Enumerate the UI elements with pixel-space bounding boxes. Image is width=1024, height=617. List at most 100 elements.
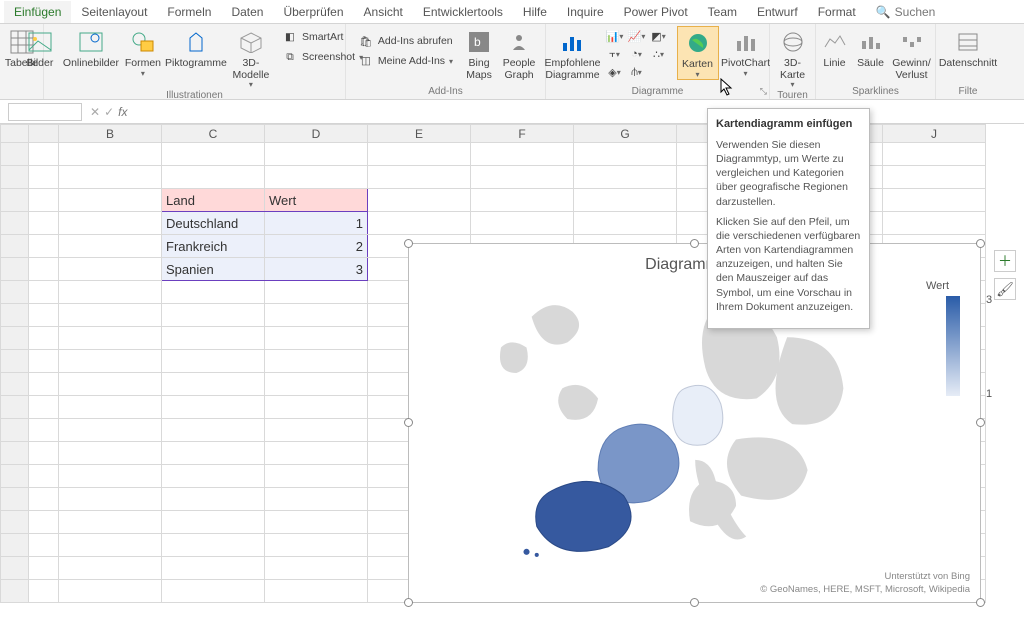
btn-formen[interactable]: Formen▾ bbox=[122, 26, 164, 78]
resize-handle[interactable] bbox=[404, 598, 413, 607]
btn-3dkarte[interactable]: 3D-Karte▾ bbox=[772, 26, 814, 90]
tab-entwicklertools[interactable]: Entwicklertools bbox=[413, 1, 513, 23]
col-header-c[interactable]: C bbox=[162, 125, 265, 143]
row-header[interactable] bbox=[1, 304, 29, 327]
chart-elements-button[interactable]: ＋ bbox=[994, 250, 1016, 272]
col-header-b[interactable]: B bbox=[59, 125, 162, 143]
people-label: People Graph bbox=[501, 58, 537, 81]
group-sparklines: Linie Säule Gewinn/ Verlust Sparklines bbox=[816, 24, 936, 99]
select-all-corner[interactable] bbox=[1, 125, 29, 143]
row-header[interactable] bbox=[1, 373, 29, 396]
resize-handle[interactable] bbox=[404, 239, 413, 248]
row-header[interactable] bbox=[1, 235, 29, 258]
mini-scatter-icon[interactable]: ∴▾ bbox=[649, 46, 669, 62]
tab-formeln[interactable]: Formeln bbox=[157, 1, 221, 23]
row-header[interactable] bbox=[1, 327, 29, 350]
cell-value-3[interactable]: 3 bbox=[265, 258, 368, 281]
row-header[interactable] bbox=[1, 465, 29, 488]
formula-input[interactable] bbox=[135, 103, 1024, 121]
col-header-j[interactable]: J bbox=[883, 125, 986, 143]
tab-inquire[interactable]: Inquire bbox=[557, 1, 614, 23]
row-header[interactable] bbox=[1, 557, 29, 580]
cell-value-1[interactable]: 1 bbox=[265, 212, 368, 235]
cell-d-wert[interactable]: Wert bbox=[265, 189, 368, 212]
mini-stat-icon[interactable]: ⫟▾ bbox=[605, 46, 625, 62]
cell-country-1[interactable]: Deutschland bbox=[162, 212, 265, 235]
group-label-touren: Touren bbox=[774, 90, 811, 103]
mini-hier-icon[interactable]: ◩▾ bbox=[649, 28, 669, 44]
row-header[interactable] bbox=[1, 511, 29, 534]
col-header-a[interactable] bbox=[29, 125, 59, 143]
tab-hilfe[interactable]: Hilfe bbox=[513, 1, 557, 23]
resize-handle[interactable] bbox=[690, 239, 699, 248]
row-header[interactable] bbox=[1, 419, 29, 442]
btn-pivotchart[interactable]: PivotChart▾ bbox=[721, 26, 771, 78]
tab-daten[interactable]: Daten bbox=[221, 1, 273, 23]
btn-spark-saeule[interactable]: Säule bbox=[854, 26, 888, 70]
row-header[interactable] bbox=[1, 580, 29, 603]
row-header[interactable] bbox=[1, 212, 29, 235]
ribbon-tooltip: Kartendiagramm einfügen Verwenden Sie di… bbox=[707, 108, 870, 329]
tab-team[interactable]: Team bbox=[698, 1, 747, 23]
col-header-g[interactable]: G bbox=[574, 125, 677, 143]
mini-line-icon[interactable]: 📈▾ bbox=[627, 28, 647, 44]
tab-ueberpruefen[interactable]: Überprüfen bbox=[273, 1, 353, 23]
btn-empfohlene-diagramme[interactable]: Empfohlene Diagramme bbox=[545, 26, 601, 81]
enter-icon[interactable]: ✓ bbox=[104, 105, 114, 119]
legend-min: 1 bbox=[986, 388, 992, 400]
btn-bing-maps[interactable]: b Bing Maps bbox=[461, 26, 497, 81]
btn-datenschnitt[interactable]: Datenschnitt bbox=[938, 26, 998, 70]
row-header[interactable] bbox=[1, 442, 29, 465]
mini-surface-icon[interactable]: ◈▾ bbox=[605, 64, 625, 80]
row-header[interactable] bbox=[1, 143, 29, 166]
col-header-d[interactable]: D bbox=[265, 125, 368, 143]
row-header[interactable] bbox=[1, 488, 29, 511]
tab-entwurf[interactable]: Entwurf bbox=[747, 1, 808, 23]
resize-handle[interactable] bbox=[976, 598, 985, 607]
row-header[interactable] bbox=[1, 396, 29, 419]
row-header[interactable] bbox=[1, 350, 29, 373]
btn-onlinebilder[interactable]: Onlinebilder bbox=[62, 26, 120, 70]
row-header[interactable] bbox=[1, 166, 29, 189]
cancel-icon[interactable]: ✕ bbox=[90, 105, 100, 119]
chart-mini-grid: 📊▾ 📈▾ ◩▾ ⫟▾ ◔▾ ∴▾ ◈▾ ⫛▾ bbox=[603, 26, 675, 82]
row-header[interactable] bbox=[1, 534, 29, 557]
row-header[interactable] bbox=[1, 189, 29, 212]
col-header-e[interactable]: E bbox=[368, 125, 471, 143]
resize-handle[interactable] bbox=[690, 598, 699, 607]
btn-spark-gewinn[interactable]: Gewinn/ Verlust bbox=[890, 26, 934, 81]
tab-ansicht[interactable]: Ansicht bbox=[354, 1, 413, 23]
btn-addins-abrufen[interactable]: 🛍Add-Ins abrufen bbox=[354, 32, 457, 50]
btn-meine-addins[interactable]: ◫Meine Add-Ins ▾ bbox=[354, 52, 457, 70]
btn-people-graph[interactable]: People Graph bbox=[499, 26, 539, 81]
row-header[interactable] bbox=[1, 258, 29, 281]
btn-bilder[interactable]: Bilder bbox=[20, 26, 60, 70]
ribbon-body: Tabelle Bilder Onlinebilder Formen▾ Pikt… bbox=[0, 24, 1024, 100]
btn-spark-linie[interactable]: Linie bbox=[818, 26, 852, 70]
btn-piktogramme[interactable]: Piktogramme bbox=[166, 26, 226, 70]
tab-powerpivot[interactable]: Power Pivot bbox=[614, 1, 698, 23]
resize-handle[interactable] bbox=[976, 239, 985, 248]
cell-c-land[interactable]: Land bbox=[162, 189, 265, 212]
chart-title[interactable]: Diagrammtitel bbox=[409, 256, 980, 274]
tab-format[interactable]: Format bbox=[808, 1, 866, 23]
cell-country-2[interactable]: Frankreich bbox=[162, 235, 265, 258]
cell-country-3[interactable]: Spanien bbox=[162, 258, 265, 281]
row-header[interactable] bbox=[1, 281, 29, 304]
btn-karten[interactable]: Karten▾ bbox=[677, 26, 719, 80]
fx-icon[interactable]: fx bbox=[118, 105, 127, 119]
smartart-label: SmartArt bbox=[302, 31, 343, 43]
col-header-f[interactable]: F bbox=[471, 125, 574, 143]
chart-styles-button[interactable]: 🖌 bbox=[994, 278, 1016, 300]
ribbon-search[interactable]: 🔍 Suchen bbox=[866, 1, 946, 23]
embedded-chart[interactable]: Diagrammtitel bbox=[408, 243, 981, 603]
mini-pie-icon[interactable]: ◔▾ bbox=[627, 46, 647, 62]
diagramme-launcher[interactable]: ⤡ bbox=[760, 86, 767, 97]
cell-value-2[interactable]: 2 bbox=[265, 235, 368, 258]
tab-seitenlayout[interactable]: Seitenlayout bbox=[71, 1, 157, 23]
name-box[interactable] bbox=[8, 103, 82, 121]
tab-einfuegen[interactable]: Einfügen bbox=[4, 1, 71, 23]
mini-bar-icon[interactable]: 📊▾ bbox=[605, 28, 625, 44]
btn-3dmodelle[interactable]: 3D-Modelle▾ bbox=[228, 26, 274, 90]
mini-combo-icon[interactable]: ⫛▾ bbox=[627, 64, 647, 80]
